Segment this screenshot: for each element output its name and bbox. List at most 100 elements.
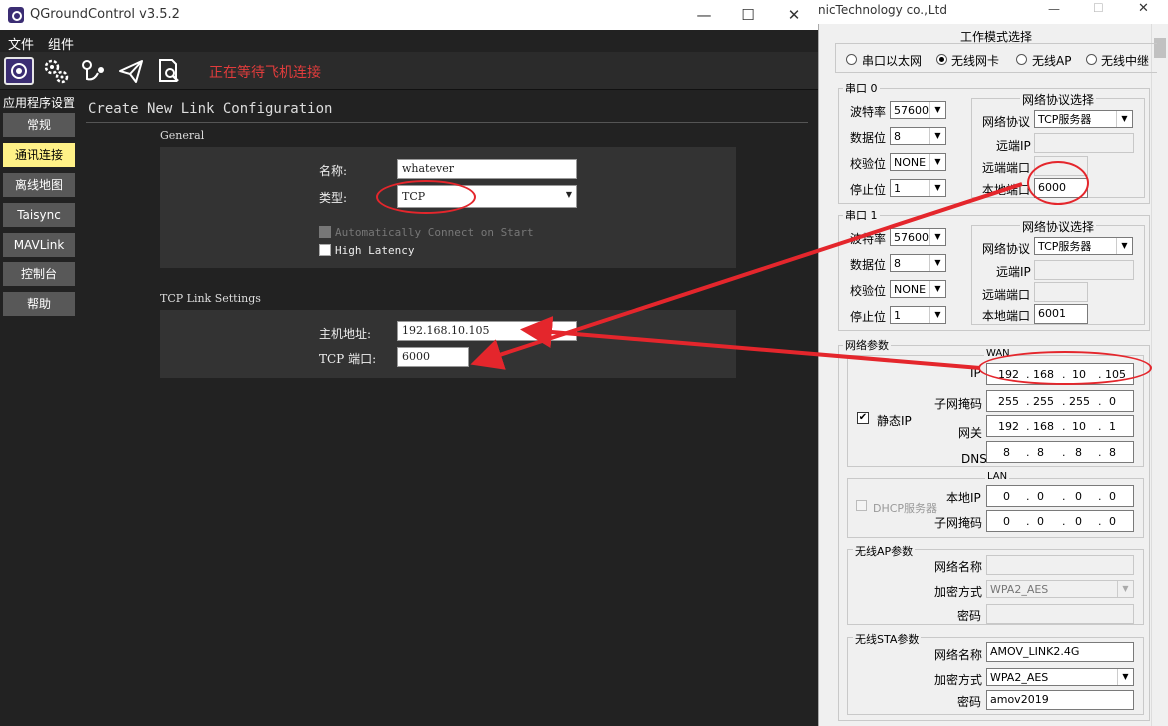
lan-mask-input[interactable]: 0. 0. 0. 0: [986, 510, 1134, 532]
sta-pwd-input[interactable]: amov2019: [986, 690, 1134, 710]
qgc-window-title: QGroundControl v3.5.2: [30, 7, 180, 22]
close-button[interactable]: ✕: [782, 4, 806, 26]
ip-octet: 0: [1109, 515, 1116, 528]
sidebar-item-console[interactable]: 控制台: [3, 262, 75, 286]
mode-label-relay: 无线中继: [1101, 54, 1150, 68]
s1-rport-input[interactable]: [1034, 282, 1088, 302]
fly-paper-plane-icon[interactable]: [117, 57, 147, 87]
mode-radio-ap[interactable]: [1016, 54, 1027, 65]
s1-stop-select[interactable]: 1 ▼: [890, 306, 946, 324]
mode-label-serial-eth: 串口以太网: [862, 54, 923, 68]
dhcp-checkbox[interactable]: [856, 500, 867, 511]
sta-ssid-input[interactable]: AMOV_LINK2.4G: [986, 642, 1134, 662]
sta-enc-select[interactable]: WPA2_AES ▼: [986, 668, 1134, 686]
ap-ssid-label: 网络名称: [934, 560, 983, 574]
lan-ip-input[interactable]: 0. 0. 0. 0: [986, 485, 1134, 507]
s0-lport-label: 本地端口: [982, 183, 1031, 197]
chevron-down-icon: ▼: [929, 102, 945, 118]
title-divider: [86, 122, 808, 123]
ip-octet: 255: [1033, 395, 1054, 408]
settings-view-icon[interactable]: [4, 57, 34, 85]
s0-parity-value: NONE: [894, 156, 927, 169]
serial0-title: 串口 0: [843, 80, 880, 96]
chevron-down-icon: ▼: [1116, 111, 1132, 127]
lan-title: LAN: [985, 471, 1010, 482]
sta-title: 无线STA参数: [853, 631, 922, 647]
sidebar-item-mavlink[interactable]: MAVLink: [3, 233, 75, 257]
s0-parity-select[interactable]: NONE ▼: [890, 153, 946, 171]
s1-rip-input[interactable]: [1034, 260, 1134, 280]
s1-proto-value: TCP服务器: [1038, 240, 1092, 253]
ip-octet: 192: [998, 420, 1019, 433]
ap-pwd-label: 密码: [957, 609, 982, 623]
config-maximize-button[interactable]: ☐: [1093, 1, 1104, 15]
name-input[interactable]: whatever: [397, 159, 577, 179]
s1-parity-label: 校验位: [850, 284, 887, 298]
sidebar-item-taisync[interactable]: Taisync: [3, 203, 75, 227]
s1-net-title: 网络协议选择: [1020, 218, 1097, 235]
mode-label-wifi-card: 无线网卡: [951, 54, 1000, 68]
s1-data-select[interactable]: 8 ▼: [890, 254, 946, 272]
high-latency-label: High Latency: [335, 244, 415, 257]
s0-data-select[interactable]: 8 ▼: [890, 127, 946, 145]
config-minimize-button[interactable]: —: [1048, 2, 1060, 16]
host-input[interactable]: 192.168.10.105: [397, 321, 577, 341]
s0-stop-select[interactable]: 1 ▼: [890, 179, 946, 197]
sidebar-item-help[interactable]: 帮助: [3, 292, 75, 316]
s1-stop-value: 1: [894, 309, 901, 322]
chevron-down-icon: ▼: [929, 281, 945, 297]
s0-stop-value: 1: [894, 182, 901, 195]
config-close-button[interactable]: ✕: [1138, 1, 1149, 16]
maximize-button[interactable]: ☐: [736, 4, 760, 26]
analyze-document-icon[interactable]: [155, 57, 185, 87]
ap-ssid-input[interactable]: [986, 555, 1134, 575]
config-scrollbar[interactable]: [1151, 24, 1168, 726]
ap-enc-value: WPA2_AES: [990, 583, 1049, 596]
s1-parity-select[interactable]: NONE ▼: [890, 280, 946, 298]
s1-lport-input[interactable]: 6001: [1034, 304, 1088, 324]
port-label: TCP 端口:: [319, 352, 377, 366]
auto-connect-checkbox[interactable]: [319, 226, 331, 238]
port-input[interactable]: 6000: [397, 347, 469, 367]
sidebar-item-general[interactable]: 常规: [3, 113, 75, 137]
chevron-down-icon: ▼: [565, 190, 572, 199]
s0-rip-input[interactable]: [1034, 133, 1134, 153]
s0-baud-value: 57600: [894, 104, 929, 117]
s0-proto-select[interactable]: TCP服务器 ▼: [1034, 110, 1133, 128]
s1-baud-label: 波特率: [850, 232, 887, 246]
ip-octet: 255: [998, 395, 1019, 408]
menu-widgets[interactable]: 组件: [48, 34, 74, 53]
plan-route-icon[interactable]: [80, 57, 110, 87]
wan-gw-input[interactable]: 192. 168. 10. 1: [986, 415, 1134, 437]
s1-proto-select[interactable]: TCP服务器 ▼: [1034, 237, 1133, 255]
minimize-button[interactable]: —: [692, 4, 716, 26]
s1-data-label: 数据位: [850, 258, 887, 272]
mode-radio-wifi-card[interactable]: [936, 54, 947, 65]
s0-parity-label: 校验位: [850, 157, 887, 171]
ip-octet: 8: [1037, 446, 1044, 459]
gears-icon[interactable]: [42, 57, 72, 87]
high-latency-checkbox[interactable]: [319, 244, 331, 256]
static-ip-checkbox[interactable]: ✔: [857, 412, 869, 424]
menu-file[interactable]: 文件: [8, 34, 34, 53]
mode-radio-serial-eth[interactable]: [846, 54, 857, 65]
wan-mask-input[interactable]: 255. 255. 255. 0: [986, 390, 1134, 412]
ap-pwd-input[interactable]: [986, 604, 1134, 624]
s1-stop-label: 停止位: [850, 310, 887, 324]
s1-rport-label: 远端端口: [982, 288, 1031, 302]
mode-radio-relay[interactable]: [1086, 54, 1097, 65]
sidebar-item-comm-links[interactable]: 通讯连接: [3, 143, 75, 167]
ip-octet: 8: [1109, 446, 1116, 459]
type-label: 类型:: [319, 191, 348, 205]
chevron-down-icon: ▼: [929, 180, 945, 196]
s1-baud-select[interactable]: 57600 ▼: [890, 228, 946, 246]
s0-baud-select[interactable]: 57600 ▼: [890, 101, 946, 119]
ap-enc-select[interactable]: WPA2_AES ▼: [986, 580, 1134, 598]
qgc-app-icon: [8, 7, 24, 23]
sidebar-item-offline-maps[interactable]: 离线地图: [3, 173, 75, 197]
ip-octet: 10: [1072, 420, 1086, 433]
s1-lport-label: 本地端口: [982, 309, 1031, 323]
sta-enc-value: WPA2_AES: [990, 671, 1049, 684]
wan-dns-input[interactable]: 8. 8. 8. 8: [986, 441, 1134, 463]
wan-mask-label: 子网掩码: [934, 397, 983, 411]
